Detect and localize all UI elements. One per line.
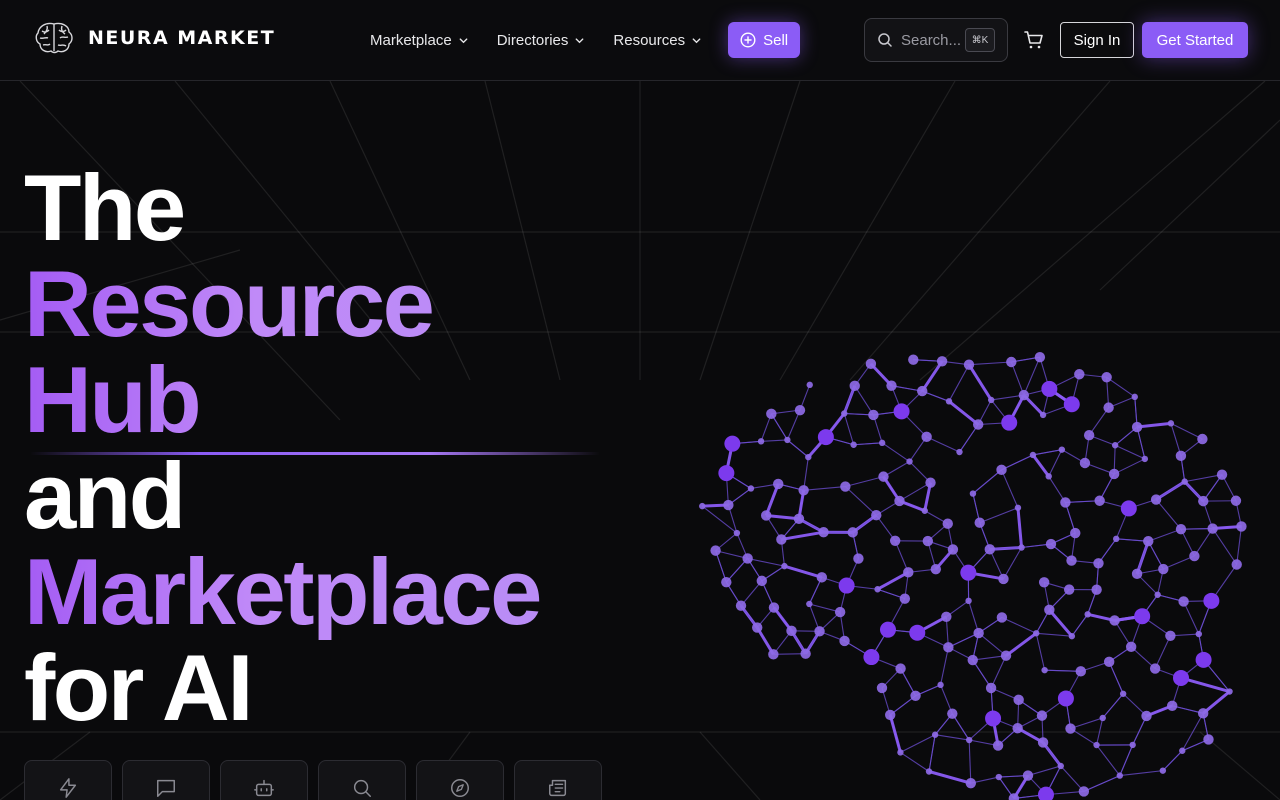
- feature-tile-search[interactable]: [318, 760, 406, 800]
- nav-resources-label: Resources: [613, 31, 686, 49]
- feature-tile-lightning[interactable]: [24, 760, 112, 800]
- feature-icon-row: [24, 760, 612, 800]
- hero-line-marketplace: Marketplace: [24, 539, 542, 644]
- chevron-down-icon: [575, 37, 584, 43]
- hero-line-hub: Hub: [24, 352, 540, 448]
- hero-line-and: and: [24, 443, 186, 548]
- nav-directories[interactable]: Directories: [497, 32, 586, 49]
- chevron-down-icon: [692, 37, 701, 43]
- nav-resources[interactable]: Resources: [613, 32, 702, 49]
- search-icon: [878, 33, 892, 47]
- hero-headline: The Resource Hub and Marketplace for AI: [24, 155, 542, 740]
- nav-marketplace[interactable]: Marketplace: [370, 32, 469, 49]
- hero-line-the: The: [24, 155, 186, 260]
- search-input[interactable]: Search... ⌘K: [864, 18, 1008, 62]
- hero-line-resource: Resource: [24, 256, 540, 352]
- brand-logo[interactable]: NEURA MARKET: [34, 20, 275, 56]
- feature-tile-newspaper[interactable]: [514, 760, 602, 800]
- hero-line-for-ai: for AI: [24, 635, 253, 740]
- main-nav: Marketplace Directories Resources Sell: [370, 22, 801, 58]
- nav-directories-label: Directories: [496, 31, 569, 49]
- compass-icon: [451, 779, 469, 797]
- nav-marketplace-label: Marketplace: [370, 31, 452, 49]
- sell-button-label: Sell: [763, 31, 789, 49]
- feature-tile-compass[interactable]: [416, 760, 504, 800]
- get-started-button[interactable]: Get Started: [1142, 22, 1248, 58]
- feature-tile-robot[interactable]: [220, 760, 308, 800]
- chevron-down-icon: [459, 37, 468, 43]
- sign-in-button[interactable]: Sign In: [1060, 22, 1134, 58]
- feature-tile-chat[interactable]: [122, 760, 210, 800]
- chat-icon: [157, 779, 175, 797]
- newspaper-icon: [549, 779, 567, 797]
- search-icon: [353, 779, 371, 797]
- search-shortcut-badge: ⌘K: [965, 28, 995, 52]
- robot-icon: [254, 779, 274, 797]
- lightning-icon: [59, 778, 77, 798]
- search-placeholder: Search...: [901, 31, 962, 49]
- plus-circle-icon: [740, 32, 756, 48]
- brand-name: NEURA MARKET: [88, 27, 276, 49]
- top-nav-bar: NEURA MARKET Marketplace Directories Res…: [0, 0, 1280, 81]
- sell-button[interactable]: Sell: [728, 22, 801, 58]
- brain-icon: [35, 22, 73, 54]
- neural-brain-illustration: [699, 351, 1247, 800]
- hero-accent-divider: [30, 452, 600, 455]
- cart-icon[interactable]: [1022, 28, 1046, 52]
